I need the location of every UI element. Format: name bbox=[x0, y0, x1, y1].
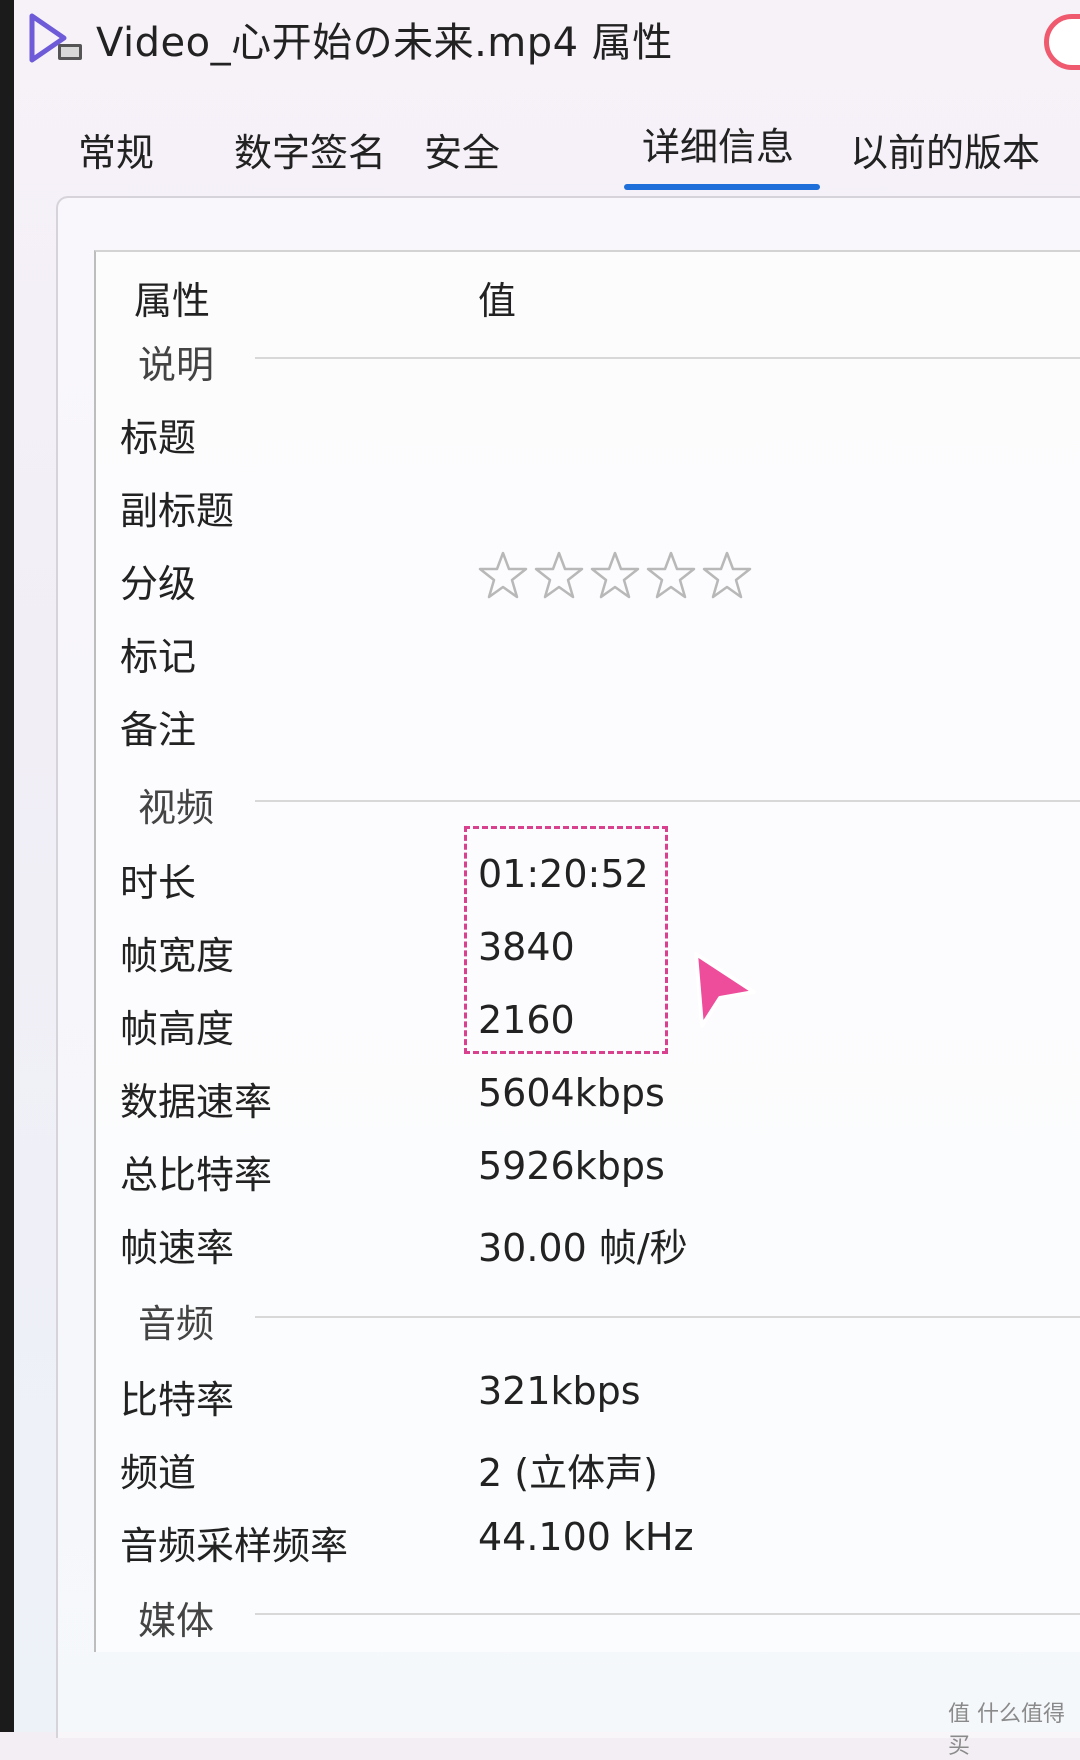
column-header-value[interactable]: 值 bbox=[478, 270, 516, 325]
group-video-label: 视频 bbox=[138, 786, 215, 830]
rating-star-icon[interactable] bbox=[478, 550, 528, 600]
property-name[interactable]: 备注 bbox=[120, 699, 196, 754]
property-value[interactable]: 5926kbps bbox=[478, 1144, 665, 1188]
property-name[interactable]: 标题 bbox=[120, 407, 196, 462]
property-name[interactable]: 帧宽度 bbox=[120, 925, 234, 980]
property-name[interactable]: 帧高度 bbox=[120, 998, 234, 1053]
close-button[interactable] bbox=[1044, 14, 1080, 70]
property-name[interactable]: 副标题 bbox=[120, 480, 234, 535]
title-bar: Video_心开始の未来.mp4 属性 bbox=[14, 0, 1080, 80]
property-name[interactable]: 数据速率 bbox=[120, 1071, 272, 1126]
rating-star-icon[interactable] bbox=[702, 550, 752, 600]
property-name[interactable]: 音频采样频率 bbox=[120, 1515, 348, 1570]
tab-details[interactable]: 详细信息 bbox=[642, 116, 794, 171]
property-name[interactable]: 分级 bbox=[120, 553, 196, 608]
property-value[interactable]: 2 (立体声) bbox=[478, 1442, 658, 1497]
group-audio-label: 音频 bbox=[138, 1302, 215, 1346]
group-description-label: 说明 bbox=[138, 343, 215, 387]
group-divider bbox=[255, 800, 1080, 802]
tab-previous-versions[interactable]: 以前的版本 bbox=[850, 122, 1040, 177]
corner-watermark: 值 什么值得买 bbox=[948, 1702, 1065, 1759]
rating-star-icon[interactable] bbox=[534, 550, 584, 600]
property-name[interactable]: 帧速率 bbox=[120, 1217, 234, 1272]
property-value[interactable]: 44.100 kHz bbox=[478, 1515, 694, 1559]
group-media-label: 媒体 bbox=[138, 1599, 215, 1643]
video-file-icon bbox=[29, 13, 82, 63]
property-value[interactable]: 321kbps bbox=[478, 1369, 641, 1413]
left-edge bbox=[0, 0, 14, 1732]
active-tab-indicator bbox=[624, 184, 820, 190]
group-divider bbox=[255, 1316, 1080, 1318]
tab-general[interactable]: 常规 bbox=[78, 122, 154, 177]
tab-strip: 常规 数字签名 安全 详细信息 以前的版本 bbox=[14, 100, 1080, 190]
property-value[interactable]: 30.00 帧/秒 bbox=[478, 1217, 688, 1272]
group-divider bbox=[255, 357, 1080, 359]
highlight-box bbox=[464, 826, 668, 1054]
property-value[interactable]: 5604kbps bbox=[478, 1071, 665, 1115]
property-name[interactable]: 比特率 bbox=[120, 1369, 234, 1424]
rating-star-icon[interactable] bbox=[590, 550, 640, 600]
property-name[interactable]: 频道 bbox=[120, 1442, 196, 1497]
window-title: Video_心开始の未来.mp4 属性 bbox=[96, 20, 673, 66]
pointer-arrow-icon bbox=[694, 952, 756, 1028]
group-divider bbox=[255, 1613, 1080, 1615]
tab-digital-signatures[interactable]: 数字签名 bbox=[234, 122, 386, 177]
property-name[interactable]: 总比特率 bbox=[120, 1144, 272, 1199]
rating-star-icon[interactable] bbox=[646, 550, 696, 600]
tab-security[interactable]: 安全 bbox=[424, 122, 500, 177]
property-name[interactable]: 标记 bbox=[120, 626, 196, 681]
column-header-property[interactable]: 属性 bbox=[134, 270, 210, 325]
property-name[interactable]: 时长 bbox=[120, 852, 196, 907]
